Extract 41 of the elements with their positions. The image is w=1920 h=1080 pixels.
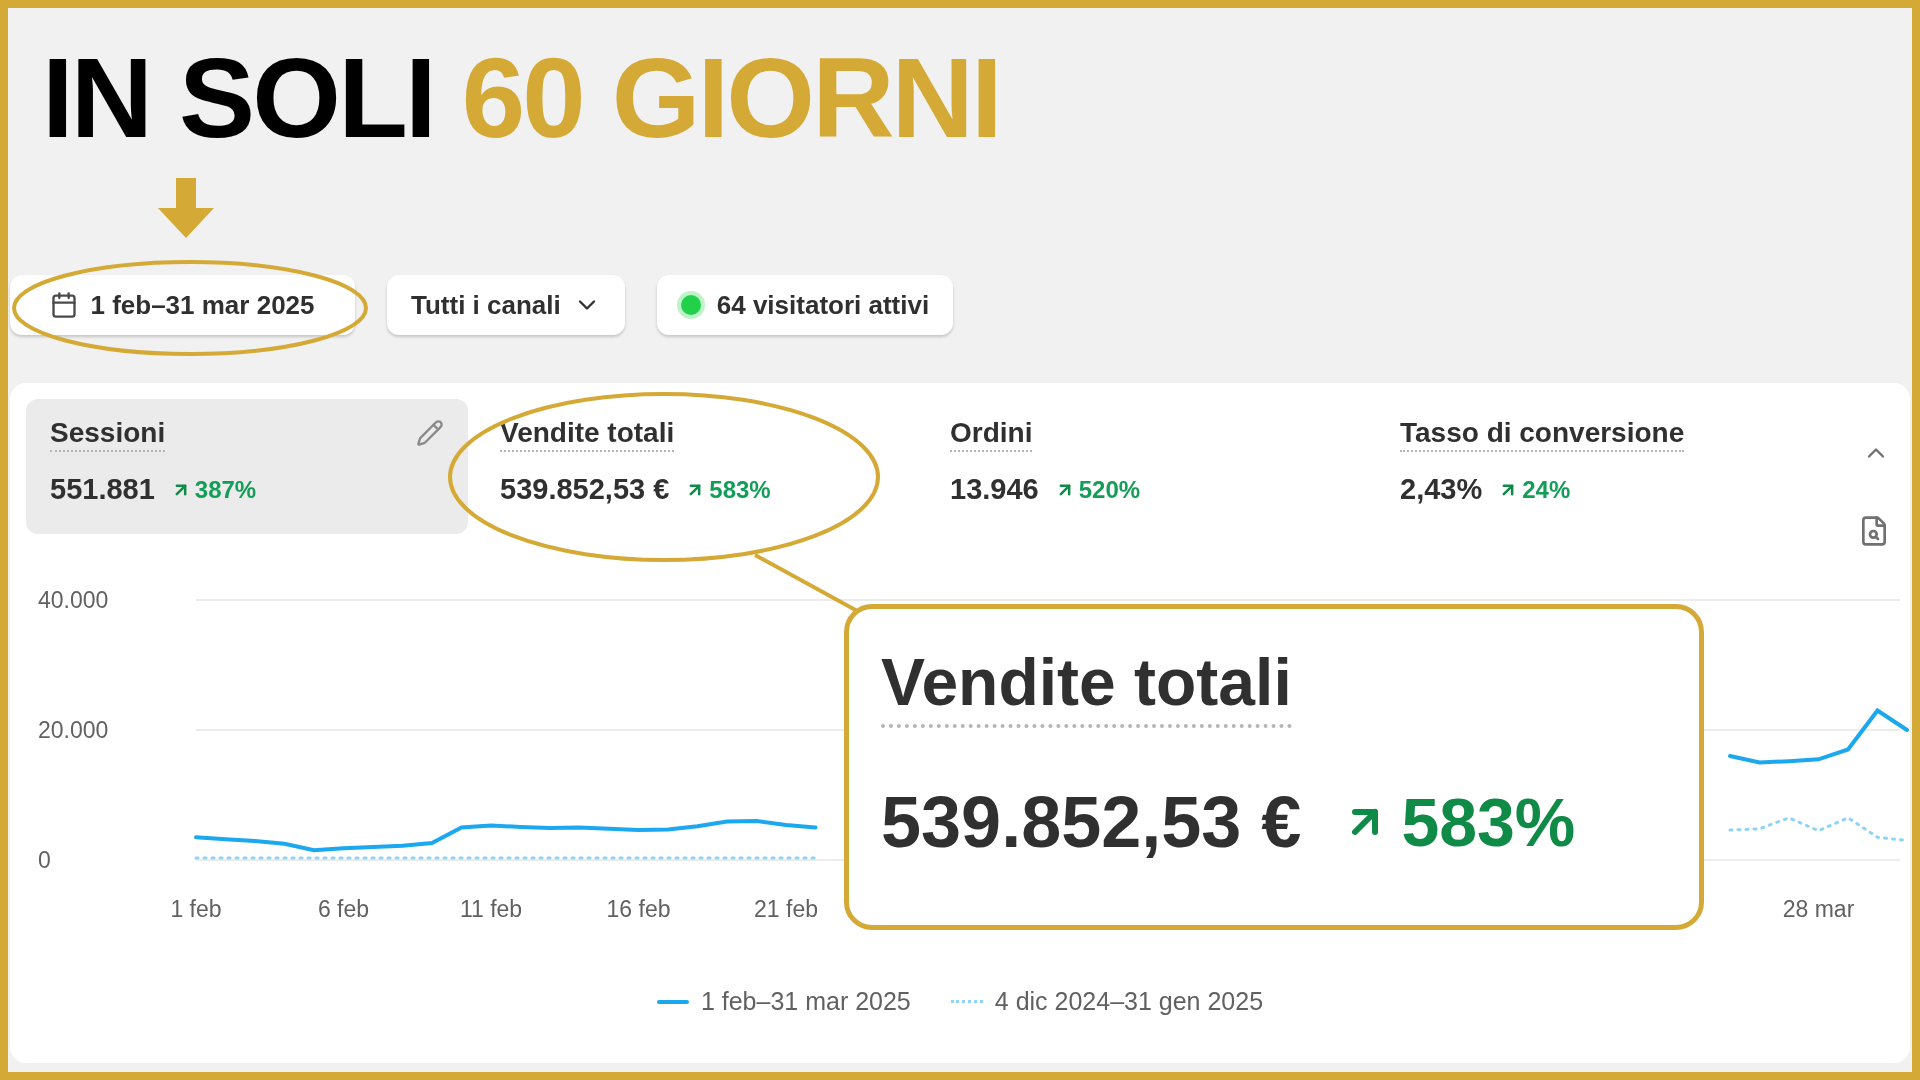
metric-label: Tasso di conversione [1400,415,1685,452]
channels-dropdown[interactable]: Tutti i canali [387,275,625,335]
date-range-button[interactable]: 1 feb–31 mar 2025 [10,275,355,335]
calendar-icon [50,291,79,319]
headline-text: IN SOLI [42,41,434,155]
change-percent: 387% [194,474,257,505]
legend-line-icon [950,1000,983,1004]
live-status-icon [680,295,701,315]
metric-tile[interactable]: Tasso di conversione 2,43% 24% [1376,399,1818,534]
callout-label: Vendite totali [881,641,1292,728]
metric-value: 551.881 [50,472,155,507]
x-axis-label: 6 feb [317,896,370,922]
x-axis-label: 16 feb [606,896,671,922]
metric-value: 539.852,53 € [500,472,670,507]
change-percent: 583% [1401,782,1576,862]
legend-line-icon [656,999,689,1004]
metric-label: Vendite totali [500,415,675,452]
metric-tile[interactable]: Ordini 13.946 520% [926,399,1368,534]
y-axis-label: 20.000 [38,717,109,743]
callout-value: 539.852,53 € [881,780,1302,864]
y-axis-label: 40.000 [38,587,109,613]
metric-label: Ordini [950,415,1033,452]
edit-icon[interactable] [416,419,444,447]
down-arrow-icon [158,178,214,238]
x-axis-label: 11 feb [459,896,523,922]
metric-tile[interactable]: Sessioni 551.881 387% [26,399,468,534]
x-axis-label: 1 feb [170,896,222,922]
headline-text: 60 GIORNI [461,41,1000,155]
change-percent: 583% [709,474,771,505]
metric-tile[interactable]: Vendite totali 539.852,53 € 583% [476,399,918,534]
metric-value: 2,43% [1400,472,1483,507]
legend-label: 1 feb–31 mar 2025 [700,986,911,1017]
metric-label: Sessioni [50,415,166,452]
metric-value: 13.946 [950,472,1039,507]
live-visitors-badge: 64 visitatori attivi [656,275,954,335]
legend-label: 4 dic 2024–31 gen 2025 [994,986,1264,1017]
y-axis-label: 0 [38,847,51,873]
change-percent: 24% [1522,474,1571,505]
x-axis-label: 21 feb [754,896,818,922]
change-percent: 520% [1078,474,1141,505]
x-axis-label: 28 mar [1782,896,1855,922]
